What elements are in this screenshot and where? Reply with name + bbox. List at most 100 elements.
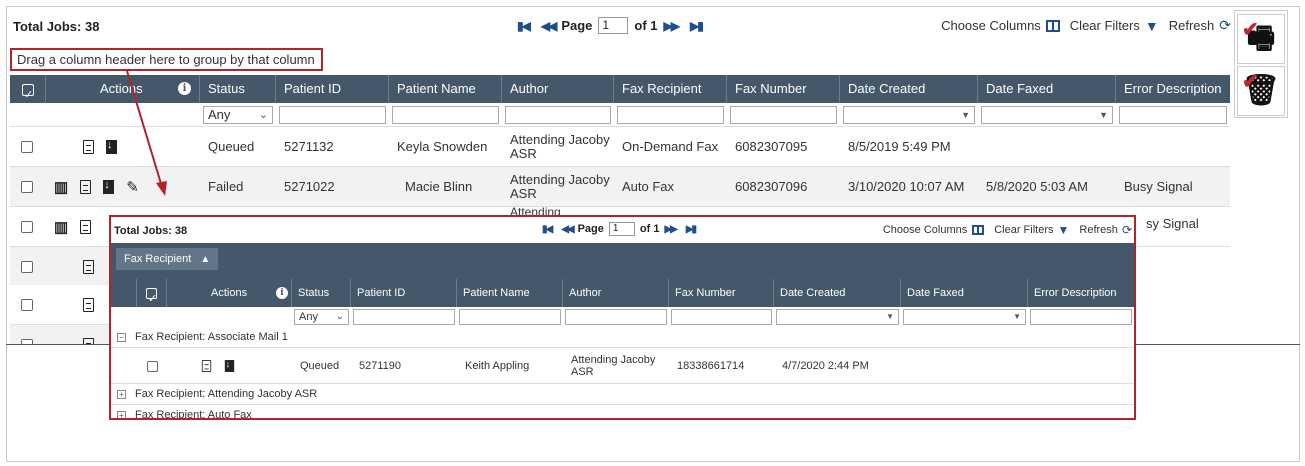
cell-patient-id: 5271190: [359, 360, 402, 372]
fax-number-filter[interactable]: [671, 309, 772, 325]
col-fax-number[interactable]: Fax Number: [727, 75, 840, 103]
fax-selected-button[interactable]: ✔ 🖷: [1237, 14, 1285, 64]
col-fax-number[interactable]: Fax Number: [669, 279, 774, 307]
refresh-button[interactable]: Refresh ⟳: [1079, 223, 1132, 237]
col-status[interactable]: Status: [200, 75, 276, 103]
last-page-icon[interactable]: ▶▮: [686, 224, 697, 235]
filter-icon: ▼: [1144, 17, 1159, 34]
group-row[interactable]: + Fax Recipient: Attending Jacoby ASR: [111, 384, 1134, 405]
status-filter-select[interactable]: Any ⌄: [203, 106, 273, 124]
row-checkbox[interactable]: [141, 348, 158, 384]
group-drop-zone[interactable]: Drag a column header here to group by th…: [10, 48, 323, 71]
download-icon[interactable]: [106, 139, 117, 154]
status-filter-select[interactable]: Any ⌄: [294, 309, 349, 325]
author-filter[interactable]: [505, 106, 611, 124]
table-row[interactable]: [10, 285, 110, 325]
row-actions: [83, 325, 106, 344]
document-icon[interactable]: [201, 360, 212, 372]
total-jobs-label: Total Jobs: 38: [13, 19, 100, 34]
document-icon[interactable]: [80, 220, 92, 234]
patient-name-filter[interactable]: [459, 309, 561, 325]
error-filter[interactable]: [1119, 106, 1227, 124]
date-faxed-filter[interactable]: ▼: [903, 309, 1026, 325]
clear-filters-button[interactable]: Clear Filters ▼: [994, 223, 1069, 237]
choose-columns-label: Choose Columns: [941, 18, 1041, 33]
fax-icon[interactable]: ▥: [54, 218, 68, 236]
col-patient-name[interactable]: Patient Name: [457, 279, 563, 307]
fax-number-filter[interactable]: [730, 106, 837, 124]
fax-recipient-filter[interactable]: [617, 106, 724, 124]
col-patient-id[interactable]: Patient ID: [276, 75, 389, 103]
col-error-description[interactable]: Error Description: [1028, 279, 1134, 307]
date-created-filter[interactable]: ▼: [776, 309, 899, 325]
table-row[interactable]: Queued 5271190 Keith Appling Attending J…: [111, 348, 1134, 384]
inset-page-input[interactable]: 1: [608, 222, 635, 236]
col-patient-name[interactable]: Patient Name: [389, 75, 502, 103]
document-icon[interactable]: [83, 140, 94, 154]
table-row[interactable]: ▥ ✎ Failed 5271022 Macie Blinn Attending…: [10, 167, 1230, 207]
col-author[interactable]: Author: [563, 279, 669, 307]
choose-columns-button[interactable]: Choose Columns: [883, 224, 985, 236]
col-actions[interactable]: Actions i: [167, 279, 292, 307]
patient-id-filter[interactable]: [279, 106, 386, 124]
expand-icon[interactable]: +: [117, 389, 126, 399]
choose-columns-button[interactable]: Choose Columns: [941, 18, 1060, 33]
row-checkbox[interactable]: [10, 285, 33, 325]
group-row[interactable]: − Fax Recipient: Associate Mail 1: [111, 327, 1134, 348]
row-checkbox[interactable]: [10, 167, 33, 207]
row-checkbox[interactable]: [10, 325, 33, 344]
select-all-checkbox[interactable]: [10, 75, 46, 109]
refresh-button[interactable]: Refresh ⟳: [1169, 17, 1231, 34]
table-row[interactable]: [10, 247, 110, 287]
delete-selected-button[interactable]: ✔ 🗑: [1237, 66, 1285, 116]
inset-pager: ▮◀ ◀◀ Page 1 of 1 ▶▶ ▶▮: [537, 222, 700, 236]
clear-filters-button[interactable]: Clear Filters ▼: [1070, 18, 1159, 34]
row-checkbox[interactable]: [10, 127, 33, 167]
col-date-faxed[interactable]: Date Faxed: [978, 75, 1116, 103]
patient-id-filter[interactable]: [353, 309, 455, 325]
document-icon[interactable]: [83, 298, 94, 312]
sort-up-icon[interactable]: ▲: [200, 254, 210, 265]
col-status[interactable]: Status: [292, 279, 351, 307]
col-fax-recipient[interactable]: Fax Recipient: [614, 75, 727, 103]
table-row[interactable]: [10, 325, 110, 344]
col-error-description[interactable]: Error Description: [1116, 75, 1230, 103]
col-date-created[interactable]: Date Created: [774, 279, 901, 307]
fax-icon[interactable]: ▥: [54, 178, 68, 196]
table-row[interactable]: Queued 5271132 Keyla Snowden Attending J…: [10, 127, 1230, 167]
download-icon[interactable]: [103, 179, 115, 194]
group-row[interactable]: + Fax Recipient: Auto Fax: [111, 405, 1134, 418]
collapse-icon[interactable]: −: [117, 332, 126, 342]
author-filter[interactable]: [565, 309, 667, 325]
first-page-icon[interactable]: ▮◀: [542, 224, 553, 235]
col-date-created[interactable]: Date Created: [840, 75, 978, 103]
page-input[interactable]: 1: [598, 17, 629, 34]
next-page-icon[interactable]: ▶▶: [664, 19, 681, 33]
select-all-checkbox[interactable]: [137, 279, 167, 313]
date-faxed-filter[interactable]: ▼: [981, 106, 1113, 124]
patient-name-filter[interactable]: [392, 106, 499, 124]
info-icon[interactable]: i: [276, 287, 288, 299]
prev-page-icon[interactable]: ◀◀: [541, 19, 558, 33]
group-chip-fax-recipient[interactable]: Fax Recipient ▲: [116, 248, 219, 270]
document-icon[interactable]: [80, 180, 92, 194]
document-icon[interactable]: [83, 260, 94, 274]
first-page-icon[interactable]: ▮◀: [517, 19, 531, 33]
last-page-icon[interactable]: ▶▮: [690, 19, 704, 33]
col-patient-id[interactable]: Patient ID: [351, 279, 457, 307]
date-created-filter[interactable]: ▼: [843, 106, 975, 124]
download-icon[interactable]: [224, 359, 235, 372]
inset-filter-row: Any ⌄ ▼ ▼: [111, 307, 1134, 327]
row-checkbox[interactable]: [10, 247, 33, 287]
col-author[interactable]: Author: [502, 75, 614, 103]
edit-icon[interactable]: ✎: [126, 178, 139, 196]
expand-icon[interactable]: +: [117, 410, 126, 418]
cell-date-faxed: 5/8/2020 5:03 AM: [986, 179, 1088, 194]
col-actions[interactable]: Actions i: [46, 75, 200, 103]
col-date-faxed[interactable]: Date Faxed: [901, 279, 1028, 307]
prev-page-icon[interactable]: ◀◀: [561, 224, 574, 235]
next-page-icon[interactable]: ▶▶: [664, 224, 677, 235]
info-icon[interactable]: i: [178, 82, 191, 95]
error-filter[interactable]: [1030, 309, 1132, 325]
row-checkbox[interactable]: [10, 207, 33, 247]
